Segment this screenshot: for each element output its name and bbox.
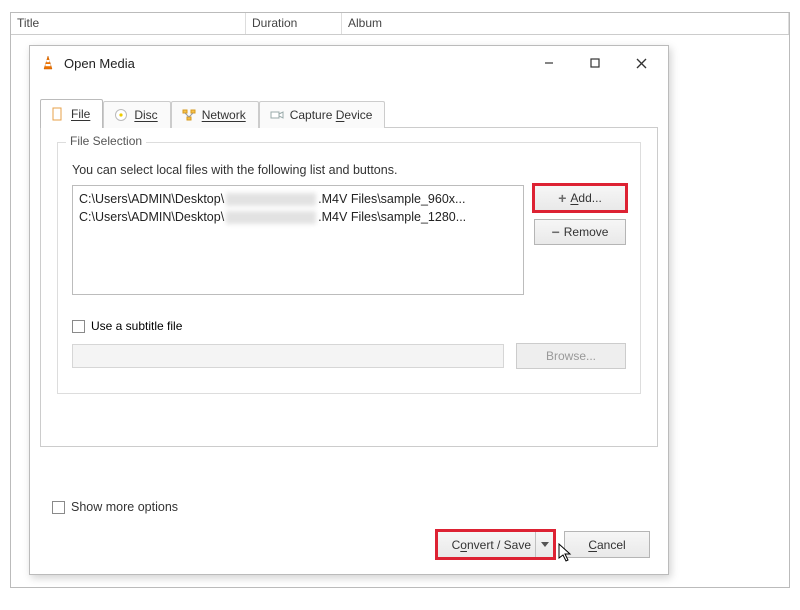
open-media-dialog: Open Media File Disc Network Capture Dev… bbox=[29, 45, 669, 575]
minimize-button[interactable] bbox=[526, 48, 572, 78]
tab-disc-label: Disc bbox=[134, 108, 157, 122]
minus-icon: − bbox=[552, 227, 560, 237]
tab-file[interactable]: File bbox=[40, 99, 103, 128]
file-selection-group: File Selection You can select local file… bbox=[57, 142, 641, 394]
tabs-row: File Disc Network Capture Device bbox=[40, 98, 658, 128]
list-item[interactable]: C:\Users\ADMIN\Desktop\.M4V Files\sample… bbox=[79, 190, 517, 208]
subtitle-label: Use a subtitle file bbox=[91, 319, 182, 333]
tab-capture[interactable]: Capture Device bbox=[259, 101, 386, 128]
list-item[interactable]: C:\Users\ADMIN\Desktop\.M4V Files\sample… bbox=[79, 208, 517, 226]
main-frame: Title Duration Album Open Media File Dis… bbox=[10, 12, 790, 588]
column-album[interactable]: Album bbox=[342, 13, 789, 34]
redacted-text bbox=[226, 193, 316, 206]
file-icon bbox=[51, 107, 65, 121]
network-icon bbox=[182, 108, 196, 122]
capture-icon bbox=[270, 108, 284, 122]
column-title[interactable]: Title bbox=[11, 13, 246, 34]
convert-save-button[interactable]: Convert / Save bbox=[437, 531, 554, 558]
subtitle-checkbox[interactable] bbox=[72, 320, 85, 333]
subtitle-path-input bbox=[72, 344, 504, 368]
file-selection-hint: You can select local files with the foll… bbox=[72, 163, 626, 177]
close-button[interactable] bbox=[618, 48, 664, 78]
title-bar: Open Media bbox=[30, 46, 668, 80]
tab-capture-u: D bbox=[336, 108, 345, 122]
file-listbox[interactable]: C:\Users\ADMIN\Desktop\.M4V Files\sample… bbox=[72, 185, 524, 295]
tab-file-label: File bbox=[71, 107, 90, 121]
plus-icon: + bbox=[558, 193, 566, 203]
add-button[interactable]: + Add... bbox=[534, 185, 626, 211]
table-header: Title Duration Album bbox=[11, 13, 789, 35]
tab-network-label: Network bbox=[202, 108, 246, 122]
column-duration[interactable]: Duration bbox=[246, 13, 342, 34]
dialog-title: Open Media bbox=[64, 56, 135, 71]
show-more-checkbox[interactable] bbox=[52, 501, 65, 514]
vlc-icon bbox=[40, 55, 56, 71]
redacted-text bbox=[226, 211, 316, 224]
file-selection-legend: File Selection bbox=[66, 134, 146, 148]
cancel-button[interactable]: Cancel bbox=[564, 531, 650, 558]
browse-button: Browse... bbox=[516, 343, 626, 369]
tab-disc[interactable]: Disc bbox=[103, 101, 170, 128]
tab-panel-file: File Selection You can select local file… bbox=[40, 127, 658, 447]
tab-network[interactable]: Network bbox=[171, 101, 259, 128]
maximize-button[interactable] bbox=[572, 48, 618, 78]
disc-icon bbox=[114, 108, 128, 122]
show-more-options[interactable]: Show more options bbox=[52, 500, 178, 514]
chevron-down-icon[interactable] bbox=[535, 532, 553, 557]
remove-button[interactable]: − Remove bbox=[534, 219, 626, 245]
